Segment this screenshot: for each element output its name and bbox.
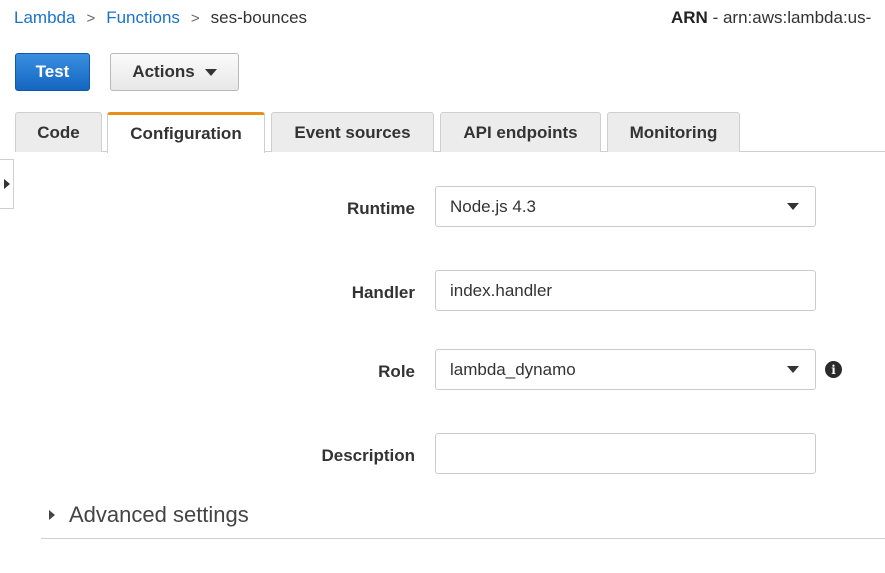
runtime-label: Runtime	[347, 199, 415, 218]
breadcrumb: Lambda > Functions > ses-bounces	[14, 8, 307, 28]
breadcrumb-current: ses-bounces	[210, 8, 308, 27]
test-button[interactable]: Test	[15, 53, 90, 91]
tab-event-sources[interactable]: Event sources	[271, 112, 434, 152]
caret-down-icon	[787, 203, 799, 210]
tab-api-endpoints[interactable]: API endpoints	[440, 112, 601, 152]
caret-down-icon	[204, 68, 217, 76]
description-input[interactable]	[435, 433, 816, 474]
description-label: Description	[321, 446, 415, 465]
runtime-select[interactable]: Node.js 4.3	[435, 186, 816, 227]
sidebar-toggle[interactable]	[0, 159, 14, 209]
advanced-divider	[41, 538, 885, 539]
arn-label: ARN	[671, 8, 708, 27]
actions-button-label: Actions	[132, 62, 195, 81]
triangle-right-icon	[3, 179, 10, 189]
breadcrumb-functions-link[interactable]: Functions	[106, 8, 180, 28]
handler-input[interactable]	[435, 270, 816, 311]
chevron-right-icon: >	[86, 9, 96, 27]
actions-button[interactable]: Actions	[110, 53, 239, 91]
role-label: Role	[378, 362, 415, 381]
tab-code[interactable]: Code	[15, 112, 102, 152]
triangle-right-icon	[49, 510, 55, 520]
role-value: lambda_dynamo	[450, 359, 576, 379]
tab-configuration[interactable]: Configuration	[107, 112, 265, 153]
role-select[interactable]: lambda_dynamo	[435, 349, 816, 390]
handler-label: Handler	[351, 283, 415, 302]
breadcrumb-lambda-link[interactable]: Lambda	[14, 8, 75, 28]
advanced-settings-label: Advanced settings	[69, 502, 249, 527]
arn-value: - arn:aws:lambda:us-	[707, 8, 872, 27]
info-icon[interactable]: i	[825, 361, 842, 378]
runtime-value: Node.js 4.3	[450, 196, 536, 216]
caret-down-icon	[787, 366, 799, 373]
chevron-right-icon: >	[190, 9, 200, 27]
arn-display: ARN - arn:aws:lambda:us-	[671, 8, 885, 28]
tab-monitoring[interactable]: Monitoring	[607, 112, 740, 152]
advanced-settings-toggle[interactable]: Advanced settings	[49, 502, 249, 528]
